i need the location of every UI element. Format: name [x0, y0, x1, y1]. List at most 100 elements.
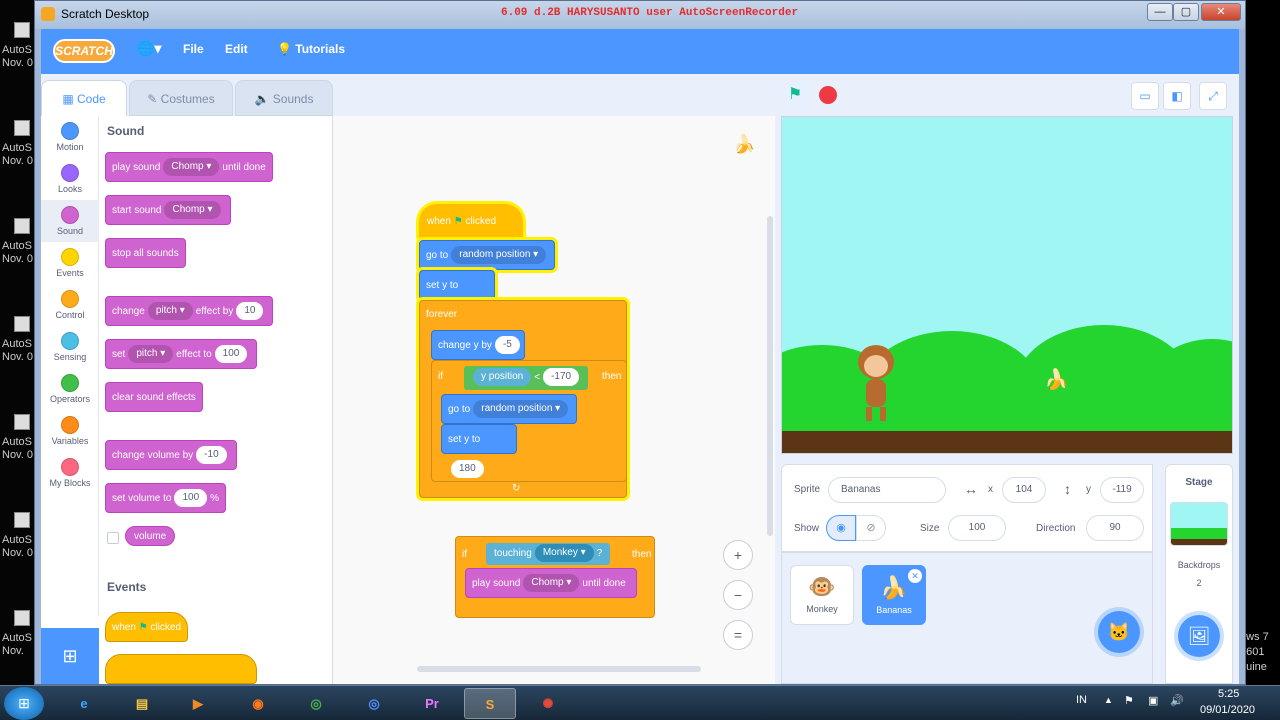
category-my-blocks[interactable]: My Blocks — [41, 452, 99, 494]
title-bar[interactable]: Scratch Desktop 6.09 d.2B HARYSUSANTO us… — [35, 1, 1245, 29]
language-menu[interactable]: 🌐▾ — [137, 40, 161, 57]
close-button[interactable]: ✕ — [1201, 3, 1241, 21]
zoom-reset-button[interactable]: = — [723, 620, 753, 650]
taskbar-explorer[interactable]: ▤ — [116, 688, 168, 719]
category-variables[interactable]: Variables — [41, 410, 99, 452]
volume-icon[interactable]: 🔊 — [1170, 694, 1184, 707]
sprite-thumb-monkey[interactable]: 🐵 Monkey — [790, 565, 854, 625]
play-sound-block[interactable]: play sound Chomp ▾ until done — [465, 568, 637, 598]
change-volume-block[interactable]: change volume by -10 — [105, 440, 237, 470]
category-control[interactable]: Control — [41, 284, 99, 326]
network-icon[interactable]: ▣ — [1148, 694, 1158, 707]
go-to-block-inner[interactable]: go to random position ▾ — [441, 394, 577, 424]
minimize-button[interactable]: — — [1147, 3, 1173, 21]
tab-sounds[interactable]: 🔈 Sounds — [235, 80, 333, 116]
sound-dropdown[interactable]: Chomp ▾ — [164, 201, 221, 220]
taskbar-media[interactable]: ▶ — [172, 688, 224, 719]
number-input[interactable]: -170 — [543, 368, 580, 387]
clock-time[interactable]: 5:25 — [1218, 688, 1239, 700]
category-operators[interactable]: Operators — [41, 368, 99, 410]
sound-dropdown[interactable]: Chomp ▾ — [523, 574, 580, 593]
add-extension-button[interactable]: ⊞ — [41, 628, 99, 684]
number-input[interactable]: 180 — [451, 460, 484, 479]
sound-dropdown[interactable]: Chomp ▾ — [163, 158, 220, 177]
category-events[interactable]: Events — [41, 242, 99, 284]
small-stage-button[interactable]: ▭ — [1131, 82, 1159, 110]
set-y-block[interactable]: set y to180 — [419, 270, 495, 325]
touching-dropdown[interactable]: Monkey ▾ — [534, 544, 594, 563]
position-dropdown[interactable]: random position ▾ — [473, 400, 569, 419]
change-y-block[interactable]: change y by -5 — [431, 330, 525, 360]
play-sound-until-done-block[interactable]: play sound Chomp ▾ until done — [105, 152, 273, 182]
y-position-reporter[interactable]: y position — [473, 368, 532, 387]
number-input[interactable]: 100 — [214, 345, 248, 364]
category-motion[interactable]: Motion — [41, 116, 99, 158]
sprite-thumb-bananas[interactable]: 🍌 Bananas ✕ — [862, 565, 926, 625]
zoom-in-button[interactable]: + — [723, 540, 753, 570]
language-indicator[interactable]: IN — [1076, 694, 1087, 706]
monkey-sprite[interactable] — [852, 345, 900, 421]
set-effect-block[interactable]: set pitch ▾ effect to 100 — [105, 339, 258, 369]
maximize-button[interactable]: ▢ — [1173, 3, 1199, 21]
less-than-operator[interactable]: y position < -170 — [464, 366, 589, 390]
clear-sound-effects-block[interactable]: clear sound effects — [105, 382, 203, 412]
category-sound[interactable]: Sound — [41, 200, 99, 242]
volume-reporter[interactable]: volume — [125, 526, 176, 546]
file-menu[interactable]: File — [183, 42, 204, 56]
taskbar-chromium[interactable]: ◎ — [348, 688, 400, 719]
set-volume-block[interactable]: set volume to 100% — [105, 483, 227, 513]
zoom-out-button[interactable]: − — [723, 580, 753, 610]
taskbar-firefox[interactable]: ◉ — [232, 688, 284, 719]
fullscreen-button[interactable]: ⤢ — [1199, 82, 1227, 110]
tab-code[interactable]: ▦ Code — [41, 80, 127, 116]
horizontal-scrollbar[interactable] — [417, 666, 701, 672]
show-hidden-button[interactable]: ⊘ — [856, 515, 886, 541]
direction-input[interactable]: 90 — [1086, 515, 1144, 541]
scratch-logo[interactable]: SCRATCH — [53, 39, 115, 63]
edit-menu[interactable]: Edit — [225, 42, 248, 56]
banana-sprite[interactable]: 🍌 — [1044, 367, 1069, 392]
stage-canvas[interactable]: 🍌 — [781, 116, 1233, 454]
position-dropdown[interactable]: random position ▾ — [451, 246, 547, 265]
taskbar-scratch[interactable]: S — [464, 688, 516, 719]
stop-button[interactable] — [819, 86, 837, 104]
action-center-icon[interactable]: ⚑ — [1124, 694, 1134, 707]
green-flag-button[interactable]: ⚑ — [781, 82, 809, 108]
choose-sprite-button[interactable]: 🐱 — [1098, 611, 1140, 653]
taskbar-ie[interactable]: e — [58, 688, 110, 719]
stop-all-sounds-block[interactable]: stop all sounds — [105, 238, 186, 268]
start-button[interactable]: ⊞ — [4, 687, 44, 720]
when-flag-clicked-hat[interactable]: when ⚑ clicked — [419, 204, 523, 240]
script-area[interactable]: 🍌 when ⚑ clicked go to random position ▾ … — [333, 116, 775, 684]
size-input[interactable]: 100 — [948, 515, 1006, 541]
choose-backdrop-button[interactable]: 🖼 — [1178, 615, 1220, 657]
set-y-block-inner[interactable]: set y to 180 — [441, 424, 517, 479]
y-input[interactable]: -119 — [1100, 477, 1144, 503]
effect-dropdown[interactable]: pitch ▾ — [147, 302, 193, 321]
tutorials-menu[interactable]: 💡 Tutorials — [277, 42, 345, 56]
taskbar-premiere[interactable]: Pr — [406, 688, 458, 719]
when-flag-clicked-block[interactable]: when ⚑ clicked — [105, 612, 189, 642]
go-to-block[interactable]: go to random position ▾ — [419, 240, 555, 270]
x-input[interactable]: 104 — [1002, 477, 1046, 503]
taskbar-recorder[interactable]: ✺ — [522, 688, 574, 719]
backdrop-thumbnail[interactable] — [1170, 502, 1228, 546]
change-effect-block[interactable]: change pitch ▾ effect by 10 — [105, 296, 274, 326]
start-sound-block[interactable]: start sound Chomp ▾ — [105, 195, 231, 225]
delete-sprite-icon[interactable]: ✕ — [908, 569, 922, 583]
event-block-partial[interactable] — [105, 654, 257, 684]
clock-date[interactable]: 09/01/2020 — [1200, 704, 1255, 716]
number-input[interactable]: -5 — [494, 336, 520, 355]
large-stage-button[interactable]: ◧ — [1163, 82, 1191, 110]
show-visible-button[interactable]: ◉ — [826, 515, 856, 541]
number-input[interactable]: 100 — [174, 489, 208, 508]
tab-costumes[interactable]: ✎ Costumes — [129, 80, 233, 116]
category-sensing[interactable]: Sensing — [41, 326, 99, 368]
number-input[interactable]: -10 — [196, 446, 227, 465]
vertical-scrollbar[interactable] — [767, 216, 773, 536]
number-input[interactable]: 10 — [236, 302, 264, 321]
stage-selector[interactable]: Stage Backdrops 2 🖼 — [1165, 464, 1233, 684]
tray-expand-icon[interactable]: ▲ — [1104, 695, 1113, 705]
touching-sensor[interactable]: touching Monkey ▾? — [486, 543, 611, 565]
category-looks[interactable]: Looks — [41, 158, 99, 200]
